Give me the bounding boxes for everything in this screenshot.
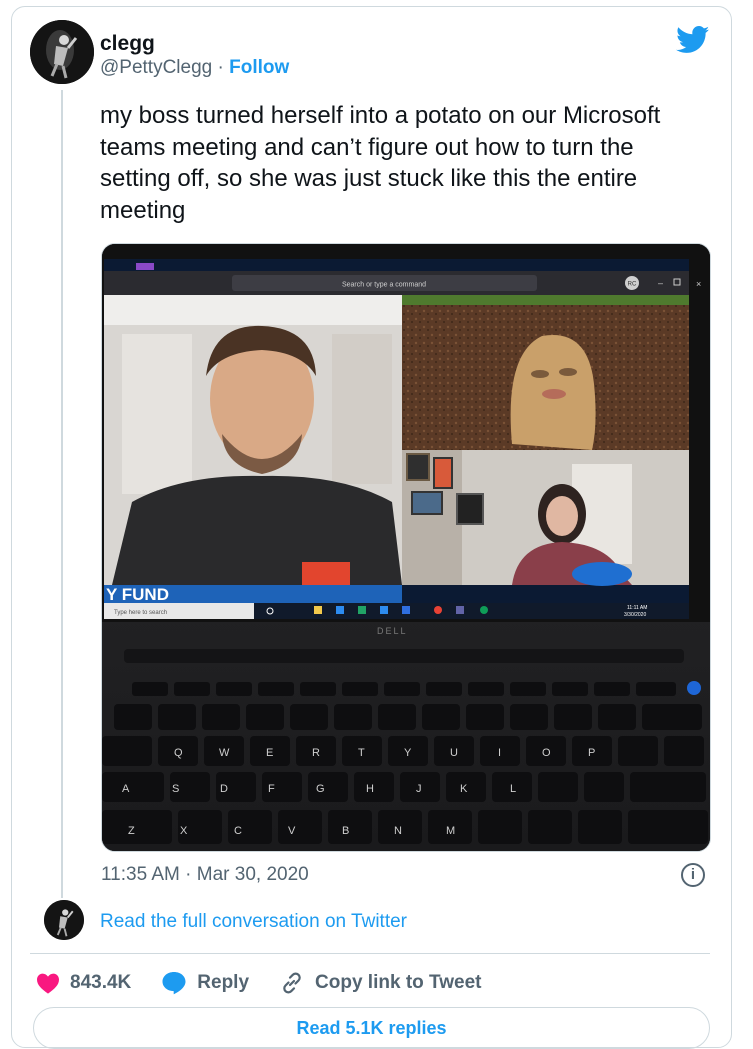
tray-time: 11:11 AM (627, 605, 647, 611)
svg-text:×: × (696, 279, 701, 289)
banner-text: Y FUND (106, 585, 169, 604)
key-a: A (122, 783, 130, 795)
info-icon[interactable]: i (681, 863, 705, 887)
thread-line (61, 90, 63, 898)
handle-separator: · (212, 57, 230, 78)
tweet-text: my boss turned herself into a potato on … (100, 102, 661, 224)
key-i: I (498, 747, 501, 759)
key-y: Y (404, 747, 412, 759)
like-count: 843.4K (70, 972, 132, 993)
author-avatar[interactable] (30, 20, 94, 84)
author-handle-row: @PettyClegg · Follow (100, 57, 289, 79)
key-z: Z (128, 825, 135, 837)
copy-link-label: Copy link to Tweet (315, 972, 482, 993)
divider (30, 953, 710, 954)
link-icon (283, 972, 301, 994)
like-button[interactable]: 843.4K (36, 972, 131, 994)
teams-user-initials: RC (628, 282, 637, 288)
key-r: R (312, 747, 320, 759)
key-e: E (266, 747, 273, 759)
reply-bubble-icon (162, 972, 186, 995)
key-l: L (510, 783, 516, 795)
author-handle[interactable]: @PettyClegg (100, 57, 212, 78)
key-u: U (450, 747, 458, 759)
key-n: N (394, 825, 402, 837)
reply-label: Reply (197, 972, 250, 993)
follow-link[interactable]: Follow (229, 57, 289, 78)
twitter-bird-icon[interactable] (676, 26, 710, 54)
key-h: H (366, 783, 374, 795)
heart-icon (37, 973, 59, 994)
key-o: O (542, 747, 551, 759)
key-c: C (234, 825, 242, 837)
tweet-photo[interactable]: Search or type a command RC – × Y FUND T… (101, 243, 711, 852)
read-replies-button[interactable]: Read 5.1K replies (33, 1007, 710, 1049)
key-m: M (446, 825, 455, 837)
key-s: S (172, 783, 179, 795)
key-x: X (180, 825, 188, 837)
key-t: T (358, 747, 365, 759)
windows-search: Type here to search (114, 610, 167, 616)
key-b: B (342, 825, 349, 837)
key-f: F (268, 783, 275, 795)
copy-link-button[interactable]: Copy link to Tweet (279, 970, 481, 996)
key-g: G (316, 783, 325, 795)
teams-search-box: Search or type a command (342, 282, 426, 289)
key-w: W (219, 747, 230, 759)
tweet-timestamp[interactable]: 11:35 AM · Mar 30, 2020 (101, 864, 309, 886)
tray-date: 3/30/2020 (624, 612, 646, 618)
thread-avatar[interactable] (44, 900, 84, 940)
key-q: Q (174, 747, 183, 759)
reply-button[interactable]: Reply (161, 971, 249, 995)
key-v: V (288, 825, 296, 837)
laptop-brand: DELL (377, 626, 408, 636)
svg-text:–: – (658, 278, 663, 288)
action-bar: 843.4K Reply Copy link to Tweet (36, 968, 511, 998)
key-k: K (460, 783, 468, 795)
key-d: D (220, 783, 228, 795)
key-p: P (588, 747, 595, 759)
key-j: J (416, 783, 422, 795)
read-full-conversation-link[interactable]: Read the full conversation on Twitter (100, 911, 407, 933)
author-name[interactable]: clegg (100, 32, 155, 56)
